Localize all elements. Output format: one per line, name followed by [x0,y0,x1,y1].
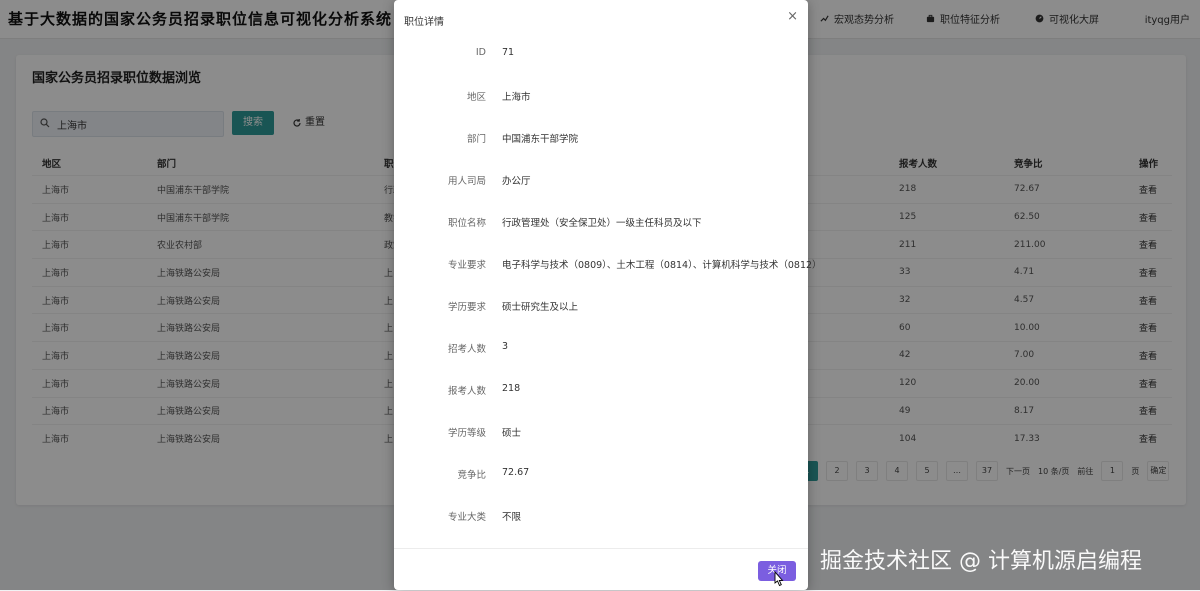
detail-value: 硕士 [502,428,522,439]
detail-value: 72.67 [502,467,530,478]
detail-label: 用人司局 [447,176,486,187]
detail-label: 竞争比 [457,470,486,481]
detail-value: 218 [502,383,521,394]
detail-label: 学历要求 [447,302,486,313]
detail-value: 办公厅 [502,176,531,187]
detail-row: 专业要求 电子科学与技术（0809）、土木工程（0814）、计算机科学与技术（08… [394,257,822,277]
detail-label: 地区 [466,92,486,103]
detail-row: 专业大类 不限 [394,509,808,529]
detail-label: 学历等级 [447,428,486,439]
detail-value: 电子科学与技术（0809）、土木工程（0814）、计算机科学与技术（0812） [502,260,822,271]
detail-label: 部门 [466,134,486,145]
watermark: 掘金技术社区 @ 计算机源启编程 [820,549,1142,574]
detail-value: 硕士研究生及以上 [502,302,579,313]
detail-label: ID [475,47,486,58]
detail-value: 上海市 [502,92,531,103]
position-detail-dialog: 职位详情 × ID 71 地区 上海市部门 中国浦东干部学院用人司局 办公厅职位名称 行政管… [394,0,822,591]
detail-value: 中国浦东干部学院 [502,134,579,145]
detail-row: 地区 上海市 [394,89,808,109]
detail-value: 行政管理处（安全保卫处）一级主任科员及以下 [502,218,702,229]
detail-value: 3 [502,341,509,352]
detail-row: 竞争比 72.67 [394,467,808,487]
detail-row: 用人司局 办公厅 [394,173,808,193]
detail-label: 专业要求 [447,260,486,271]
detail-row: 报考人数 218 [394,383,808,403]
dialog-header: 职位详情 × [404,9,798,28]
detail-row: 部门 中国浦东干部学院 [394,131,808,151]
detail-row: 招考人数 3 [394,341,808,361]
mouse-cursor-icon [774,571,784,587]
detail-label: 招考人数 [447,344,486,355]
detail-value: 71 [502,47,515,58]
dialog-footer: 关闭 [394,548,808,591]
detail-row: 学历等级 硕士 [394,425,808,445]
detail-row: 学历要求 硕士研究生及以上 [394,299,808,319]
dialog-title: 职位详情 [404,17,444,28]
detail-value: 不限 [502,512,522,523]
detail-label: 专业大类 [447,512,486,523]
detail-label: 职位名称 [447,218,486,229]
detail-label: 报考人数 [447,386,486,397]
detail-row: ID 71 [394,47,808,67]
detail-row: 职位名称 行政管理处（安全保卫处）一级主任科员及以下 [394,215,808,235]
close-icon[interactable]: × [787,9,798,24]
